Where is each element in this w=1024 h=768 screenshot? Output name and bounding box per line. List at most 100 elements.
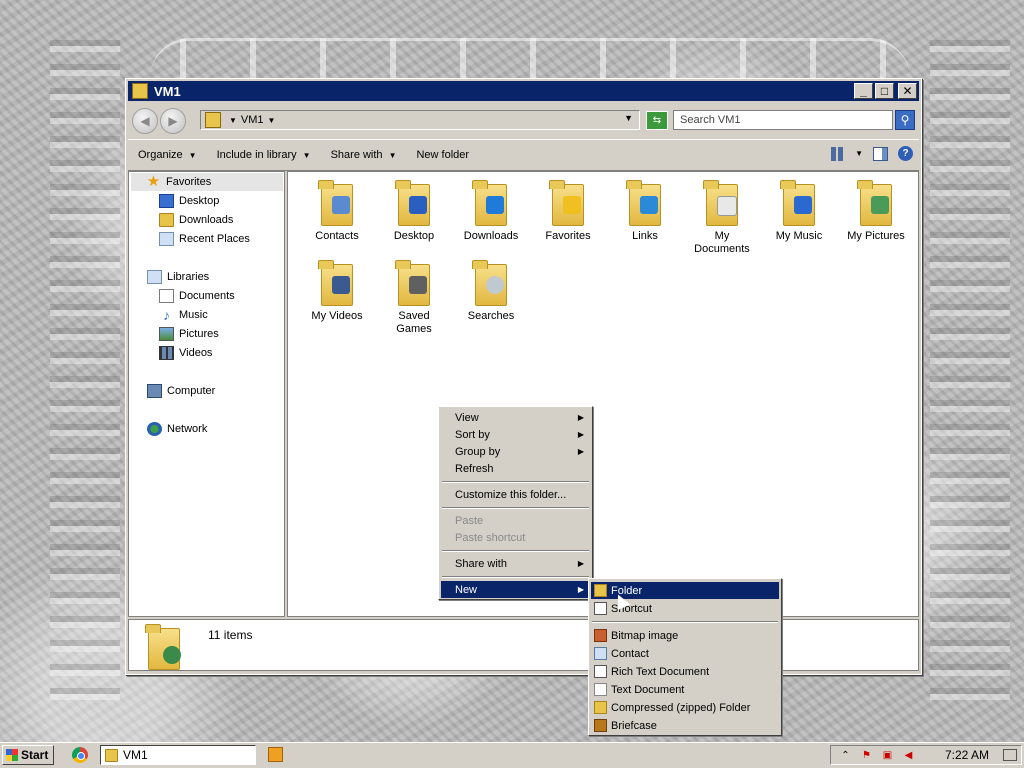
address-dropdown-icon[interactable]: ▼ bbox=[624, 113, 633, 123]
chevron-down-icon[interactable]: ▼ bbox=[268, 116, 276, 125]
nav-favorites[interactable]: ★ Favorites bbox=[131, 173, 283, 191]
system-tray: ⌃ ⚑ ▣ ◀ 7:22 AM bbox=[830, 745, 1022, 765]
chevron-down-icon[interactable]: ▼ bbox=[855, 149, 863, 158]
view-controls: ▼ ? bbox=[831, 146, 913, 161]
item-label: My Videos bbox=[311, 310, 363, 322]
close-button[interactable]: ✕ bbox=[898, 83, 917, 99]
folder-icon bbox=[857, 180, 895, 226]
breadcrumb-vm1[interactable]: VM1 bbox=[241, 114, 264, 126]
folder-my-pictures[interactable]: My Pictures bbox=[839, 180, 913, 243]
submenu-rtf[interactable]: Rich Text Document bbox=[591, 663, 779, 680]
preview-pane-icon[interactable] bbox=[873, 146, 888, 161]
menu-separator bbox=[442, 576, 589, 578]
briefcase-icon bbox=[594, 719, 607, 732]
folder-my-music[interactable]: My Music bbox=[762, 180, 836, 243]
libraries-icon bbox=[147, 270, 162, 284]
menu-group-by[interactable]: Group by ▶ bbox=[441, 443, 590, 460]
folder-searches[interactable]: Searches bbox=[454, 260, 528, 323]
change-view-icon[interactable] bbox=[831, 146, 846, 161]
submenu-bitmap[interactable]: Bitmap image bbox=[591, 627, 779, 644]
include-in-library-button[interactable]: Include in library ▼ bbox=[207, 149, 321, 161]
folder-saved-games[interactable]: Saved Games bbox=[377, 260, 451, 336]
picture-icon bbox=[871, 196, 889, 214]
wallpaper-pattern-right bbox=[930, 40, 1010, 700]
media-player-icon[interactable] bbox=[268, 747, 283, 762]
menu-customize-folder[interactable]: Customize this folder... bbox=[441, 486, 590, 503]
search-input[interactable]: Search VM1 bbox=[673, 110, 893, 130]
volume-muted-icon[interactable]: ◀ bbox=[902, 749, 915, 762]
menu-new[interactable]: New ▶ bbox=[441, 581, 590, 598]
share-with-button[interactable]: Share with ▼ bbox=[321, 149, 407, 161]
nav-desktop[interactable]: Desktop bbox=[159, 194, 219, 208]
clock[interactable]: 7:22 AM bbox=[945, 748, 989, 762]
minimize-button[interactable]: _ bbox=[854, 83, 873, 99]
keyboard-icon[interactable] bbox=[1003, 749, 1017, 761]
help-icon[interactable]: ? bbox=[898, 146, 913, 161]
new-folder-button[interactable]: New folder bbox=[406, 149, 479, 161]
nav-music[interactable]: ♪ Music bbox=[159, 308, 208, 322]
nav-downloads[interactable]: Downloads bbox=[159, 213, 233, 227]
folder-favorites[interactable]: Favorites bbox=[531, 180, 605, 243]
maximize-button[interactable]: □ bbox=[875, 83, 894, 99]
folder-desktop[interactable]: Desktop bbox=[377, 180, 451, 243]
chrome-icon[interactable] bbox=[72, 747, 88, 763]
show-hidden-icons-icon[interactable]: ⌃ bbox=[839, 749, 852, 762]
submenu-zip[interactable]: Compressed (zipped) Folder bbox=[591, 699, 779, 716]
nav-pictures[interactable]: Pictures bbox=[159, 327, 219, 341]
taskbar-item-vm1[interactable]: VM1 bbox=[100, 745, 256, 765]
menu-view[interactable]: View ▶ bbox=[441, 409, 590, 426]
computer-icon bbox=[147, 384, 162, 398]
address-toolbar: ◀ ▶ ▼ VM1 ▼ ▼ ⇆ Search VM1 ⚲ bbox=[128, 103, 919, 139]
submenu-arrow-icon: ▶ bbox=[577, 430, 584, 439]
nav-documents[interactable]: Documents bbox=[159, 289, 235, 303]
navigation-pane: ★ Favorites Desktop Downloads Recent Pla… bbox=[128, 171, 285, 617]
organize-label: Organize bbox=[138, 149, 183, 161]
nav-network[interactable]: Network bbox=[147, 422, 207, 436]
search-icon[interactable]: ⚲ bbox=[895, 110, 915, 130]
recent-places-icon bbox=[159, 232, 174, 246]
action-center-icon[interactable]: ⚑ bbox=[860, 749, 873, 762]
submenu-text[interactable]: Text Document bbox=[591, 681, 779, 698]
submenu-briefcase[interactable]: Briefcase bbox=[591, 717, 779, 734]
download-arrow-icon bbox=[486, 196, 504, 214]
organize-button[interactable]: Organize ▼ bbox=[128, 149, 207, 161]
file-list[interactable]: Contacts Desktop Downloads Favorites Lin… bbox=[287, 171, 919, 617]
item-label: Saved Games bbox=[396, 310, 432, 335]
taskbar-item-label: VM1 bbox=[123, 748, 148, 762]
submenu-rtf-label: Rich Text Document bbox=[611, 665, 710, 678]
nav-recent-places-label: Recent Places bbox=[179, 233, 250, 245]
nav-libraries[interactable]: Libraries bbox=[147, 270, 209, 284]
folder-my-documents[interactable]: My Documents bbox=[685, 180, 759, 256]
folder-downloads[interactable]: Downloads bbox=[454, 180, 528, 243]
desktop-icon bbox=[159, 194, 174, 208]
folder-contacts[interactable]: Contacts bbox=[300, 180, 374, 243]
menu-sort-by[interactable]: Sort by ▶ bbox=[441, 426, 590, 443]
network-icon bbox=[147, 422, 162, 436]
title-bar[interactable]: VM1 _ □ ✕ bbox=[128, 81, 919, 101]
start-button[interactable]: Start bbox=[2, 745, 54, 765]
folder-icon bbox=[549, 180, 587, 226]
back-button[interactable]: ◀ bbox=[132, 108, 158, 134]
menu-share-with[interactable]: Share with ▶ bbox=[441, 555, 590, 572]
user-icon bbox=[163, 646, 181, 664]
command-bar: Organize ▼ Include in library ▼ Share with… bbox=[128, 139, 919, 171]
refresh-button[interactable]: ⇆ bbox=[646, 111, 668, 130]
folder-my-videos[interactable]: My Videos bbox=[300, 260, 374, 323]
nav-computer[interactable]: Computer bbox=[147, 384, 215, 398]
nav-videos[interactable]: Videos bbox=[159, 346, 212, 360]
address-bar[interactable]: ▼ VM1 ▼ ▼ bbox=[200, 110, 640, 130]
nav-network-label: Network bbox=[167, 423, 208, 435]
item-label: My Documents bbox=[694, 230, 750, 255]
nav-recent-places[interactable]: Recent Places bbox=[159, 232, 250, 246]
submenu-contact[interactable]: Contact bbox=[591, 645, 779, 662]
menu-paste: Paste bbox=[455, 514, 484, 527]
chevron-down-icon[interactable]: ▼ bbox=[229, 116, 237, 125]
network-status-icon[interactable]: ▣ bbox=[881, 749, 894, 762]
forward-button[interactable]: ▶ bbox=[160, 108, 186, 134]
menu-refresh[interactable]: Refresh bbox=[441, 460, 590, 477]
chess-piece-icon bbox=[409, 276, 427, 294]
menu-separator bbox=[442, 507, 589, 509]
submenu-contact-label: Contact bbox=[611, 647, 649, 660]
folder-links[interactable]: Links bbox=[608, 180, 682, 243]
contact-card-icon bbox=[594, 647, 607, 660]
